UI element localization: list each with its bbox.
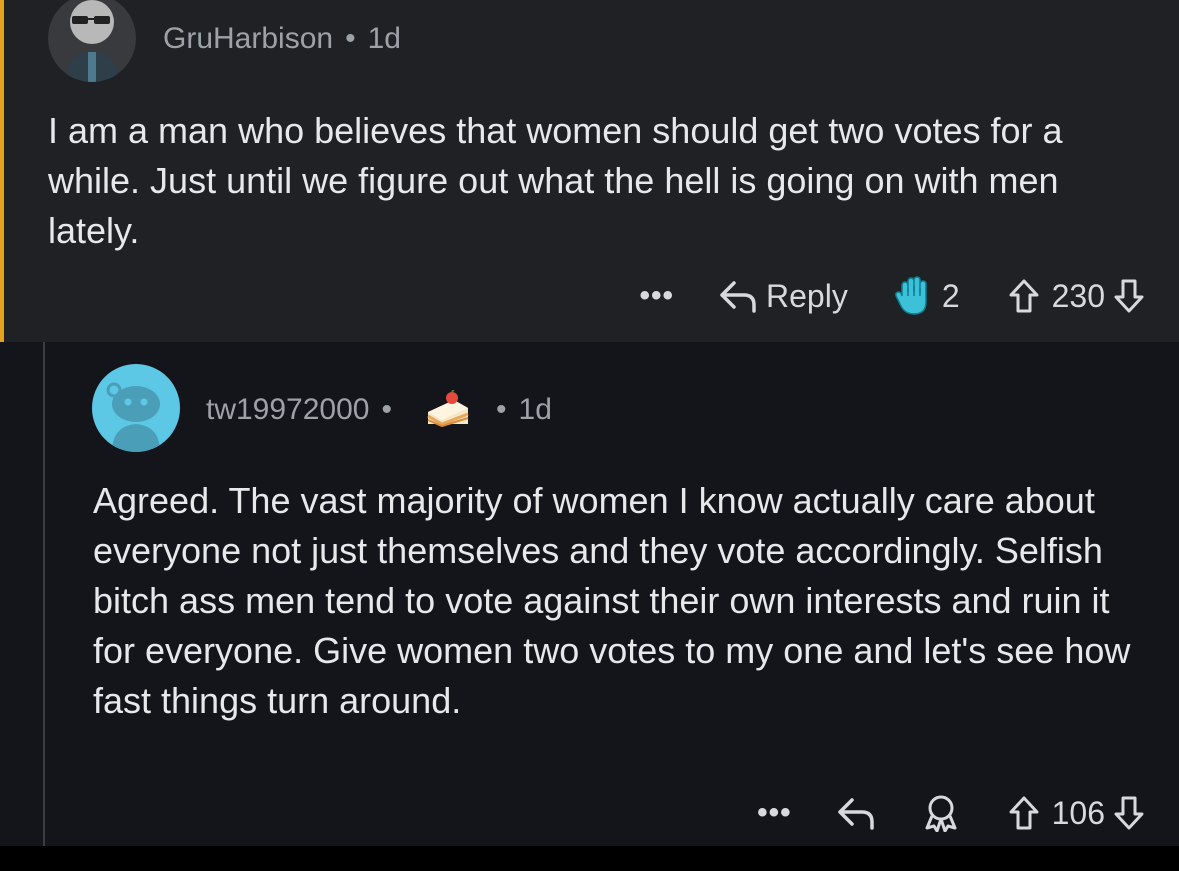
reply-arrow-icon	[837, 798, 874, 830]
avatar[interactable]	[92, 364, 180, 452]
reply-arrow-icon	[720, 281, 756, 313]
award-button[interactable]	[922, 794, 960, 832]
award-icon	[894, 276, 927, 315]
downvote-icon[interactable]	[1113, 795, 1145, 831]
avatar[interactable]	[48, 0, 136, 82]
vote-score: 106	[1051, 794, 1105, 831]
comment-meta: GruHarbison • 1d	[163, 22, 401, 56]
vote-controls: 106	[1008, 795, 1145, 832]
separator: •	[496, 393, 507, 426]
reply-button[interactable]	[836, 796, 876, 830]
avatar-icon	[66, 0, 118, 82]
username[interactable]: GruHarbison	[163, 22, 333, 56]
comment-body: Agreed. The vast majority of women I kno…	[93, 480, 1131, 721]
reply-button[interactable]: Reply	[718, 278, 848, 315]
more-options-button[interactable]: •••	[757, 796, 792, 830]
reply-label: Reply	[766, 277, 848, 314]
comment-actions: ••• Reply 2 230	[639, 276, 1145, 316]
upvote-icon[interactable]	[1008, 795, 1040, 831]
vote-score: 230	[1051, 277, 1105, 314]
comment-tw19972000: tw19972000 • • 1d Agreed. The vast major…	[0, 342, 1179, 846]
separator: •	[345, 22, 356, 55]
bottom-bar	[0, 846, 1179, 871]
comment-actions: ••• 106	[757, 794, 1145, 832]
thread-line[interactable]	[43, 342, 45, 846]
timestamp: 1d	[367, 22, 401, 55]
upvote-icon[interactable]	[1008, 278, 1040, 314]
more-options-button[interactable]: •••	[639, 279, 674, 313]
vote-controls: 230	[1008, 278, 1145, 315]
separator: •	[381, 393, 392, 426]
avatar-icon	[106, 382, 160, 452]
timestamp: 1d	[518, 393, 552, 426]
username[interactable]: tw19972000	[206, 393, 369, 427]
downvote-icon[interactable]	[1113, 278, 1145, 314]
award-outline-icon	[925, 795, 957, 832]
award-count: 2	[941, 277, 960, 314]
comment-gruharbison: GruHarbison • 1d I am a man who believes…	[0, 0, 1179, 342]
comment-body: I am a man who believes that women shoul…	[48, 110, 1063, 251]
highlight-bar	[0, 0, 4, 342]
comment-meta: tw19972000 • • 1d	[206, 390, 552, 430]
cake-day-icon	[427, 390, 469, 428]
award-button[interactable]: 2	[894, 276, 960, 316]
